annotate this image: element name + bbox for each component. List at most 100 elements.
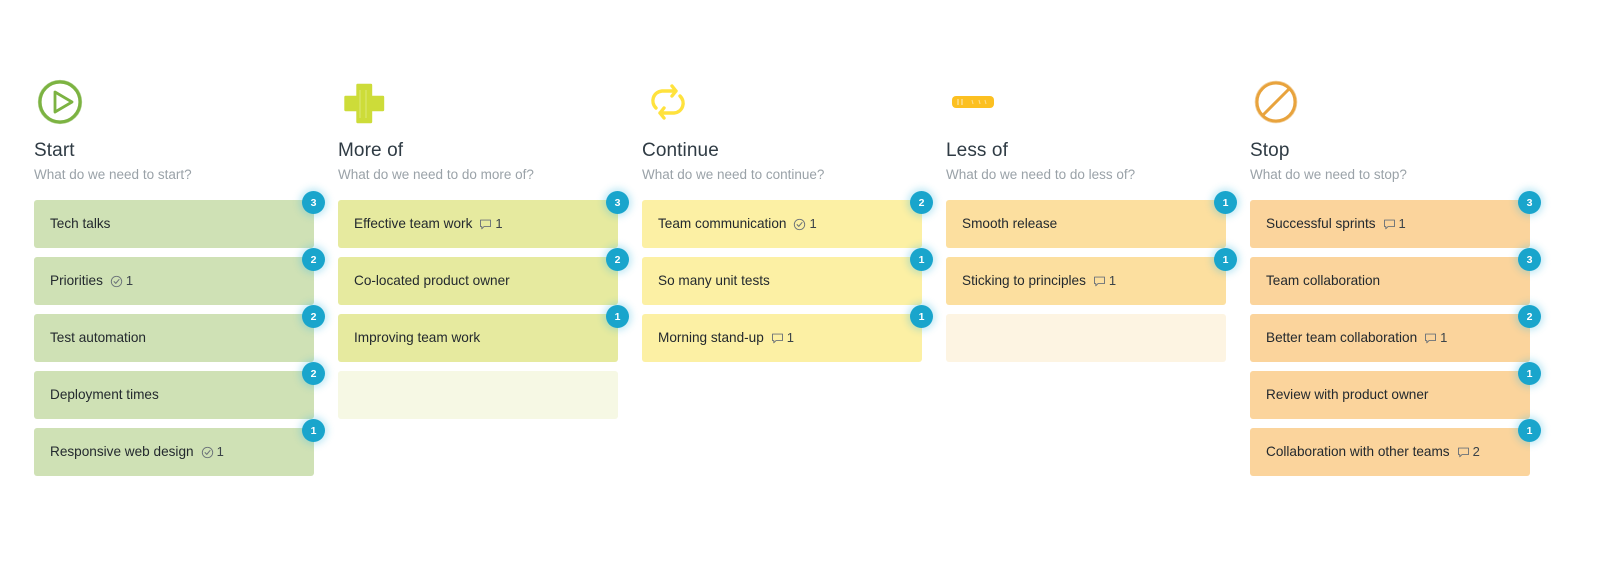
card-label: Collaboration with other teams	[1266, 443, 1450, 459]
card-text: Priorities 1	[50, 273, 133, 289]
card-text: Team collaboration	[1266, 273, 1380, 289]
card-text: Sticking to principles 1	[962, 273, 1116, 289]
card-label: Review with product owner	[1266, 387, 1429, 402]
card-meta-count: 2	[1472, 444, 1480, 460]
column-continue: Continue What do we need to continue? Team…	[642, 78, 946, 485]
check-circle-icon	[793, 218, 806, 231]
column-title: Start	[34, 140, 75, 161]
plus-cross-icon	[338, 78, 642, 126]
vote-badge[interactable]: 3	[1518, 248, 1541, 271]
card-list: Successful sprints 1 3 Team collaboration 3 B…	[1250, 191, 1554, 476]
card[interactable]: Test automation 2	[34, 305, 325, 362]
card[interactable]: Co-located product owner 2	[338, 248, 629, 305]
column-prompt: What do we need to start?	[34, 167, 192, 182]
card-meta-count: 1	[125, 273, 134, 289]
card-meta: 1	[201, 444, 224, 460]
column-lessof: Less of What do we need to do less of? Smo…	[946, 78, 1250, 485]
card-label: Sticking to principles	[962, 272, 1086, 288]
vote-badge[interactable]: 1	[606, 305, 629, 328]
card-meta-count: 1	[1398, 216, 1406, 232]
column-title: More of	[338, 140, 404, 161]
minus-bar-icon	[946, 78, 1250, 126]
card[interactable]: Morning stand-up 1 1	[642, 305, 933, 362]
card-text: Successful sprints 1	[1266, 216, 1406, 232]
card-text: Better team collaboration 1	[1266, 330, 1447, 346]
vote-badge[interactable]: 1	[910, 305, 933, 328]
card[interactable]: Review with product owner 1	[1250, 362, 1541, 419]
card-label: Improving team work	[354, 330, 481, 345]
vote-badge[interactable]: 1	[1214, 248, 1237, 271]
card-placeholder[interactable]	[946, 314, 1226, 362]
card-meta-count: 1	[1108, 273, 1117, 289]
card[interactable]: Team collaboration 3	[1250, 248, 1541, 305]
card-placeholder[interactable]	[338, 371, 618, 419]
card[interactable]: Tech talks 3	[34, 191, 325, 248]
card-label: Smooth release	[962, 216, 1058, 231]
vote-badge[interactable]: 2	[302, 248, 325, 271]
card-label: Morning stand-up	[658, 329, 764, 345]
card-label: Co-located product owner	[354, 273, 510, 288]
card[interactable]: Smooth release 1	[946, 191, 1237, 248]
comment-icon	[479, 218, 492, 231]
card[interactable]: Responsive web design 1 1	[34, 419, 325, 476]
card-meta-count: 1	[1440, 330, 1448, 346]
card[interactable]: Sticking to principles 1 1	[946, 248, 1237, 305]
card-label: Effective team work	[354, 215, 473, 231]
card[interactable]: Improving team work 1	[338, 305, 629, 362]
vote-badge[interactable]: 2	[606, 248, 629, 271]
card[interactable]: Priorities 1 2	[34, 248, 325, 305]
card-meta: 1	[771, 330, 794, 346]
column-title: Less of	[946, 140, 1008, 161]
card[interactable]: Better team collaboration 1 2	[1250, 305, 1541, 362]
card[interactable]: Collaboration with other teams 2 1	[1250, 419, 1541, 476]
vote-badge[interactable]: 2	[302, 362, 325, 385]
vote-badge[interactable]: 1	[302, 419, 325, 442]
card-meta: 1	[793, 216, 817, 232]
card[interactable]: Successful sprints 1 3	[1250, 191, 1541, 248]
card-text: Co-located product owner	[354, 273, 510, 289]
card-meta-count: 1	[809, 216, 817, 232]
comment-icon	[1383, 218, 1396, 231]
vote-badge[interactable]: 2	[910, 191, 933, 214]
vote-badge[interactable]: 1	[910, 248, 933, 271]
card-meta: 1	[1424, 330, 1447, 346]
card[interactable]: Deployment times 2	[34, 362, 325, 419]
card-text: Team communication 1	[658, 216, 817, 232]
comment-icon	[771, 332, 784, 345]
card-text: Deployment times	[50, 387, 159, 403]
card-text: Review with product owner	[1266, 387, 1428, 403]
card[interactable]: So many unit tests 1	[642, 248, 933, 305]
recycle-arrows-icon	[642, 78, 946, 126]
card-text: Collaboration with other teams 2	[1266, 444, 1480, 460]
play-circle-icon	[34, 78, 338, 126]
card-meta: 1	[1383, 216, 1406, 232]
card-label: Priorities	[50, 272, 103, 288]
card-text: Improving team work	[354, 330, 480, 346]
vote-badge[interactable]: 2	[302, 305, 325, 328]
card-label: Responsive web design	[50, 443, 194, 459]
card-text: So many unit tests	[658, 273, 770, 289]
card-meta-count: 1	[216, 444, 224, 460]
vote-badge[interactable]: 1	[1518, 362, 1541, 385]
card-list: Tech talks 3 Priorities 1 2 Test automation 2 D…	[34, 191, 338, 476]
card-label: Team collaboration	[1266, 273, 1381, 288]
card[interactable]: Team communication 1 2	[642, 191, 933, 248]
comment-icon	[1093, 275, 1106, 288]
prohibition-sign-icon	[1250, 78, 1554, 126]
card-list: Smooth release 1 Sticking to principles 1 1	[946, 191, 1250, 362]
card-meta-count: 1	[786, 330, 795, 346]
vote-badge[interactable]: 2	[1518, 305, 1541, 328]
card[interactable]: Effective team work 1 3	[338, 191, 629, 248]
card-label: So many unit tests	[658, 273, 770, 288]
comment-icon	[1424, 332, 1437, 345]
vote-badge[interactable]: 3	[1518, 191, 1541, 214]
card-text: Effective team work 1	[354, 216, 503, 232]
vote-badge[interactable]: 3	[302, 191, 325, 214]
vote-badge[interactable]: 1	[1214, 191, 1237, 214]
card-text: Smooth release	[962, 216, 1057, 232]
card-label: Team communication	[658, 215, 787, 231]
column-title: Continue	[642, 140, 719, 161]
vote-badge[interactable]: 3	[606, 191, 629, 214]
vote-badge[interactable]: 1	[1518, 419, 1541, 442]
retrospective-board: Start What do we need to start? Tech talks…	[0, 0, 1620, 485]
